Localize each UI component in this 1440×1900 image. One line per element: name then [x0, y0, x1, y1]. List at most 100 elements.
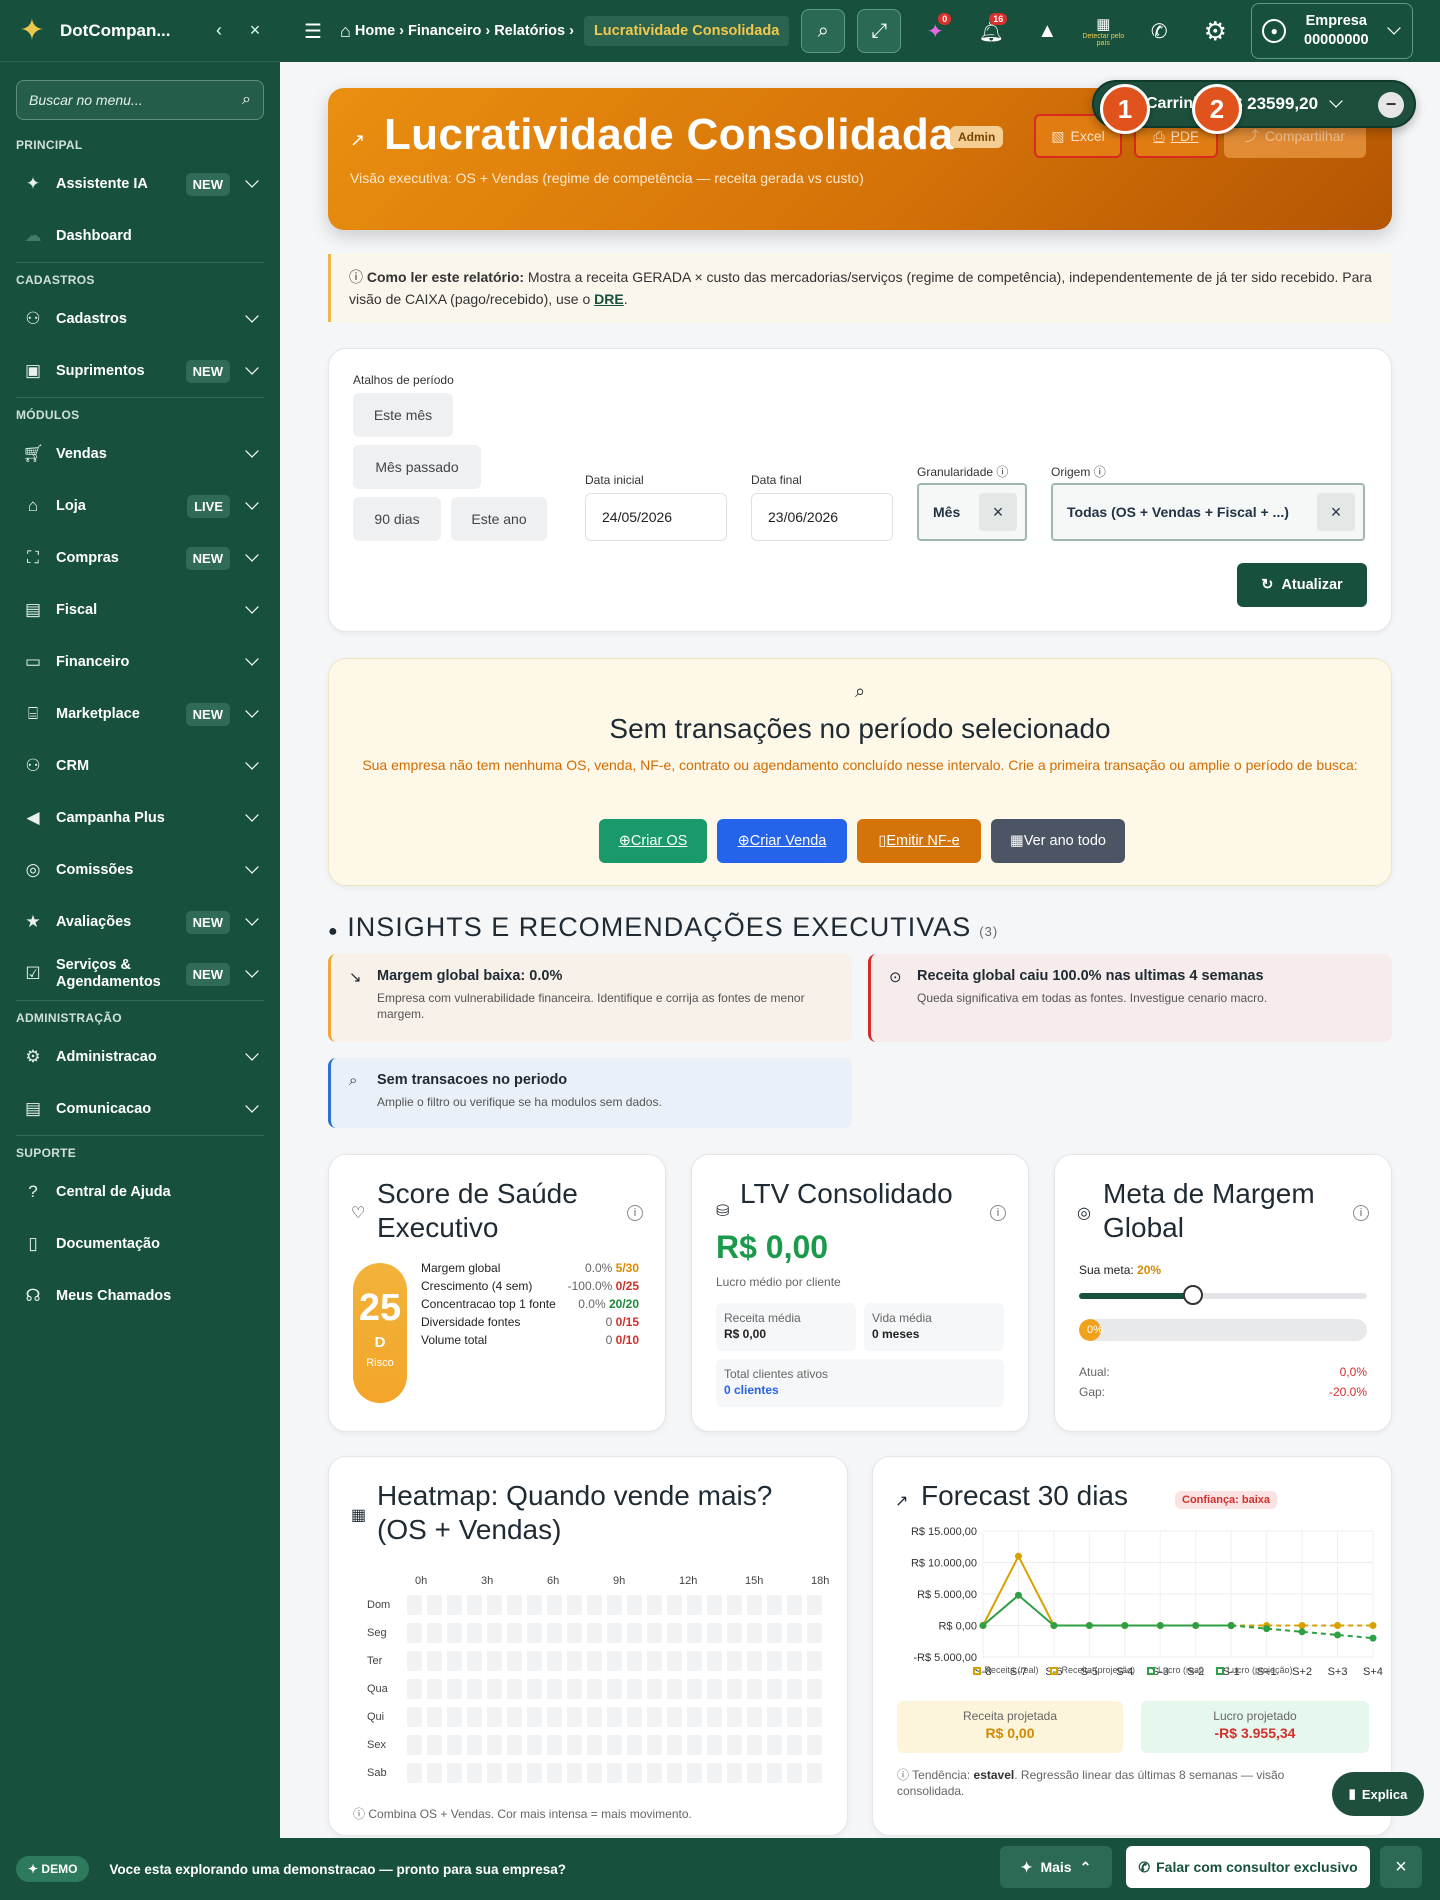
- sidebar-item-avaliacoes[interactable]: ★ Avaliações NEW: [0, 896, 280, 948]
- sidebar-item-suprimentos[interactable]: ▣ Suprimentos NEW: [0, 345, 280, 397]
- sidebar-item-dashboard[interactable]: ☁ Dashboard: [0, 210, 280, 262]
- global-search-button[interactable]: ⌕: [801, 9, 846, 53]
- sidebar-item-assistente[interactable]: ✦ Assistente IA NEW: [0, 158, 280, 210]
- info-icon[interactable]: i: [1353, 1205, 1369, 1221]
- chevron-down-icon[interactable]: [1329, 94, 1343, 108]
- heatmap-cell: [627, 1595, 642, 1615]
- y-tick-label: -R$ 5.000,00: [913, 1652, 977, 1664]
- breadcrumb-home[interactable]: Home: [355, 23, 395, 39]
- sidebar-item-vendas[interactable]: 🛒︎ Vendas: [0, 428, 280, 480]
- fullscreen-button[interactable]: ⤢: [857, 9, 902, 53]
- close-sidebar-icon[interactable]: ×: [244, 20, 266, 41]
- info-icon[interactable]: i: [627, 1205, 643, 1221]
- y-tick-label: R$ 5.000,00: [917, 1589, 977, 1601]
- notifications-button[interactable]: 🔔︎ 16: [969, 9, 1013, 53]
- shortcut-este-mes[interactable]: Este mês: [353, 393, 453, 437]
- dre-link[interactable]: DRE: [594, 291, 624, 307]
- company-selector[interactable]: ● Empresa 00000000: [1251, 3, 1414, 59]
- alerts-button[interactable]: ▲: [1025, 9, 1069, 53]
- score-status: Risco: [366, 1357, 394, 1369]
- whatsapp-button[interactable]: ✆: [1137, 9, 1181, 53]
- legend-item[interactable]: Receita (projeção): [1050, 1665, 1135, 1675]
- explica-button[interactable]: ▮ Explica: [1332, 1772, 1424, 1816]
- sidebar-item-marketplace[interactable]: ⌸ Marketplace NEW: [0, 688, 280, 740]
- minimize-cart-icon[interactable]: −: [1378, 92, 1404, 118]
- ai-notifications-button[interactable]: ✦ 0: [913, 9, 957, 53]
- heatmap-cell: [507, 1679, 522, 1699]
- sidebar-item-loja[interactable]: ⌂ Loja LIVE: [0, 480, 280, 532]
- y-tick-label: R$ 10.000,00: [911, 1558, 977, 1570]
- end-date-input[interactable]: 23/06/2026: [751, 493, 893, 541]
- legend-item[interactable]: Receita (real): [973, 1665, 1038, 1675]
- emit-nfe-button[interactable]: ▯ Emitir NF-e: [857, 819, 981, 863]
- goal-value: 20%: [1137, 1263, 1162, 1277]
- more-button[interactable]: ✦ Mais ⌃: [1000, 1846, 1112, 1888]
- granularity-select[interactable]: Mês ×: [917, 483, 1027, 541]
- clear-icon[interactable]: ×: [979, 493, 1017, 531]
- menu-burger-icon[interactable]: ☰: [290, 19, 336, 44]
- clear-icon[interactable]: ×: [1317, 493, 1355, 531]
- ltv-title: LTV Consolidado: [740, 1178, 953, 1209]
- insight-desc: Empresa com vulnerabilidade financeira. …: [377, 991, 805, 1021]
- sidebar-item-comissoes[interactable]: ◎ Comissões: [0, 844, 280, 896]
- info-icon: ⓘ: [996, 465, 1009, 479]
- heatmap-cell: [727, 1763, 742, 1783]
- collapse-chevron-icon[interactable]: ‹: [208, 20, 230, 41]
- menu-search-input[interactable]: [29, 92, 243, 108]
- breadcrumb-financeiro[interactable]: Financeiro: [408, 23, 481, 39]
- view-year-button[interactable]: ▦ Ver ano todo: [991, 819, 1125, 863]
- sidebar-item-comunicacao[interactable]: ▤ Comunicacao: [0, 1083, 280, 1135]
- heatmap-cell: [767, 1651, 782, 1671]
- goal-slider-thumb[interactable]: [1182, 1285, 1203, 1305]
- settings-button[interactable]: ⚙: [1193, 9, 1237, 53]
- legend-item[interactable]: Lucro (projeção): [1216, 1665, 1293, 1675]
- update-button[interactable]: ↻ Atualizar: [1237, 563, 1367, 607]
- progress-fill: 0%: [1079, 1319, 1103, 1341]
- sidebar-item-cadastros[interactable]: ⚇ Cadastros: [0, 293, 280, 345]
- shortcut-mes-passado[interactable]: Mês passado: [353, 445, 481, 489]
- heatmap-cell: [447, 1679, 462, 1699]
- breadcrumb-current: Lucratividade Consolidada: [583, 16, 790, 46]
- breadcrumb: ⌂ Home › Financeiro › Relatórios › Lucrativ…: [340, 16, 793, 46]
- box-icon: ▣: [24, 361, 42, 380]
- sidebar-item-label: Documentação: [56, 1235, 160, 1252]
- origin-select[interactable]: Todas (OS + Vendas + Fiscal + ...) ×: [1051, 483, 1365, 541]
- goal-slider[interactable]: [1079, 1285, 1367, 1305]
- receipt-icon: ▤: [24, 600, 42, 619]
- heatmap-day-label: Sex: [367, 1739, 386, 1751]
- info-icon: ⓘ: [1093, 465, 1106, 479]
- search-icon[interactable]: ⌕: [242, 91, 251, 109]
- export-excel-label: Excel: [1070, 128, 1105, 144]
- shortcut-este-ano[interactable]: Este ano: [451, 497, 547, 541]
- active-clients-box: Total clientes ativos 0 clientes: [716, 1359, 1004, 1407]
- heatmap-cell: [687, 1595, 702, 1615]
- talk-consultant-button[interactable]: ✆ Falar com consultor exclusivo: [1126, 1846, 1370, 1888]
- sidebar-item-administracao[interactable]: ⚙ Administracao: [0, 1031, 280, 1083]
- close-demo-icon[interactable]: ×: [1380, 1846, 1422, 1888]
- heatmap-cell: [507, 1651, 522, 1671]
- sidebar-item-campanha[interactable]: ◀ Campanha Plus: [0, 792, 280, 844]
- sidebar-item-compras[interactable]: ⛶ Compras NEW: [0, 532, 280, 584]
- sidebar-item-chamados[interactable]: ☊ Meus Chamados: [0, 1270, 280, 1322]
- score-card: ♡ Score de Saúde Executivo i 25 D Risco …: [328, 1154, 666, 1432]
- start-date-input[interactable]: 24/05/2026: [585, 493, 727, 541]
- create-venda-button[interactable]: ⊕ Criar Venda: [717, 819, 847, 863]
- info-icon[interactable]: i: [990, 1205, 1006, 1221]
- data-point: [1334, 1631, 1342, 1639]
- shortcut-90-dias[interactable]: 90 dias: [353, 497, 441, 541]
- sidebar-item-financeiro[interactable]: ▭ Financeiro: [0, 636, 280, 688]
- create-os-button[interactable]: ⊕ Criar OS: [599, 819, 707, 863]
- legend-label: Receita (projeção): [1061, 1665, 1136, 1675]
- breadcrumb-relatorios[interactable]: Relatórios: [494, 23, 565, 39]
- update-label: Atualizar: [1281, 577, 1343, 593]
- sidebar-item-crm[interactable]: ⚇ CRM: [0, 740, 280, 792]
- score-row-value: 0.0% 20/20: [578, 1297, 639, 1311]
- heatmap-cell: [547, 1623, 562, 1643]
- detect-country-button[interactable]: ▦ Detectar pelo país: [1081, 9, 1125, 53]
- heatmap-footer: ⓘ Combina OS + Vendas. Cor mais intensa …: [353, 1807, 692, 1821]
- sidebar-item-documentacao[interactable]: ▯ Documentação: [0, 1218, 280, 1270]
- sidebar-item-servicos[interactable]: ☑ Serviços & Agendamentos NEW: [0, 948, 280, 1000]
- sidebar-item-fiscal[interactable]: ▤ Fiscal: [0, 584, 280, 636]
- legend-item[interactable]: Lucro (real): [1147, 1665, 1204, 1675]
- sidebar-item-ajuda[interactable]: ? Central de Ajuda: [0, 1166, 280, 1218]
